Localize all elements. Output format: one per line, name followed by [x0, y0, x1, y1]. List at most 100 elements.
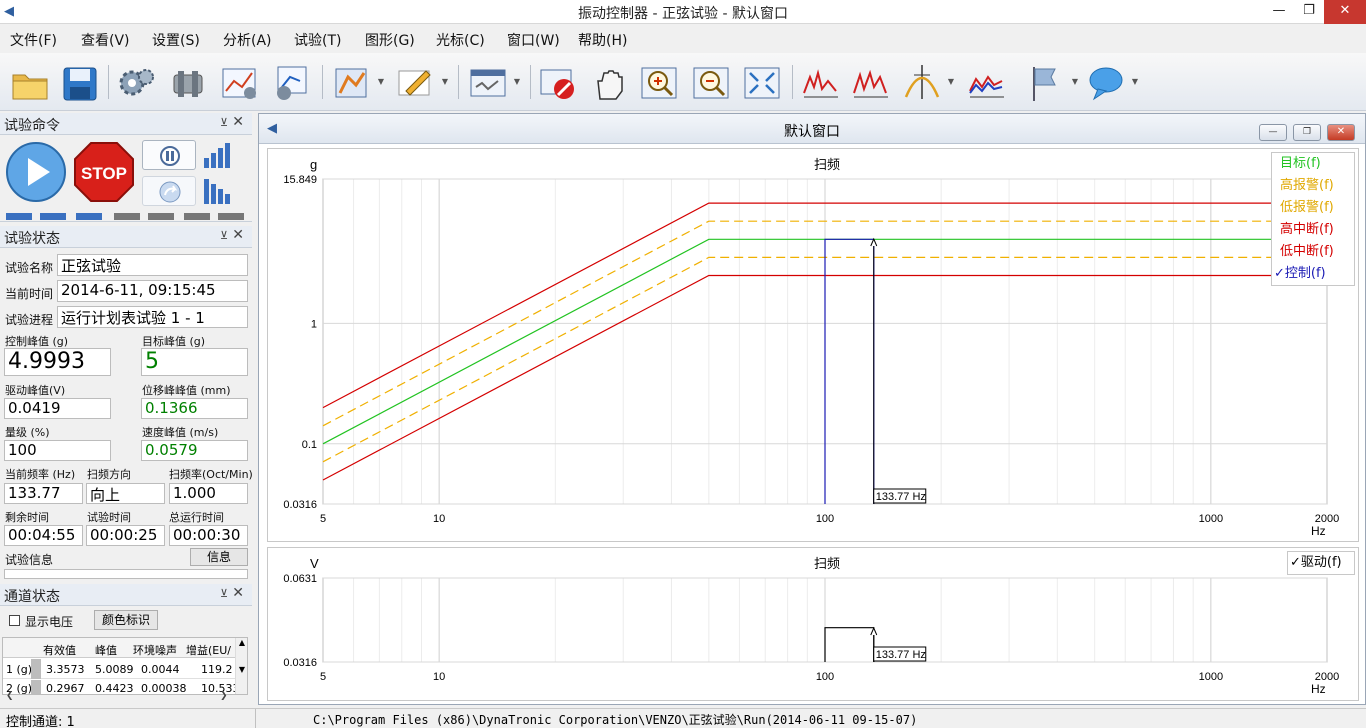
close-button[interactable]: ✕: [1324, 0, 1366, 24]
schedule-settings-icon[interactable]: [270, 63, 310, 103]
toolbar: ▼ ▼ ▼ ▼ ▼ ▼: [0, 53, 1366, 111]
menu-settings[interactable]: 设置(S): [152, 30, 200, 50]
command-small-buttons[interactable]: [4, 210, 244, 220]
menu-cursor[interactable]: 光标(C): [436, 30, 485, 50]
menu-file[interactable]: 文件(F): [10, 30, 57, 50]
x-tick-label: 1000: [1199, 513, 1223, 525]
table-vscrollbar[interactable]: ▲ ▼: [235, 638, 247, 694]
menu-help[interactable]: 帮助(H): [578, 30, 627, 50]
channel-status-panel: 显示电压 颜色标识 有效值 峰值 环境噪声 增益(EU/ 1 (g) 3.357…: [0, 607, 252, 706]
x-tick-label: 100: [816, 671, 834, 683]
plot-3-icon[interactable]: [966, 63, 1006, 103]
pause-button[interactable]: [142, 140, 196, 170]
mdi-minimize-button[interactable]: —: [1259, 124, 1287, 141]
col-rms: 有效值: [43, 644, 76, 657]
mdi-close-button[interactable]: ✕: [1327, 124, 1355, 141]
control-chart-legend[interactable]: 目标(f) 高报警(f) 低报警(f) 高中断(f) 低中断(f) ✓控制(f): [1271, 152, 1355, 286]
plot-2-icon[interactable]: [850, 63, 890, 103]
target-peak-label: 目标峰值 (g): [142, 335, 206, 348]
vel-peak-value: 0.0579: [141, 440, 248, 461]
table-header: 有效值 峰值 环境噪声 增益(EU/: [3, 638, 247, 658]
speech-bubble-icon[interactable]: ▼: [1086, 63, 1138, 103]
resume-button[interactable]: [142, 176, 196, 206]
y-tick-label: 0.0316: [283, 657, 317, 669]
cursor-peak-icon[interactable]: ▼: [902, 63, 954, 103]
plot-1-icon[interactable]: [800, 63, 840, 103]
x-axis-label: Hz: [1311, 524, 1326, 538]
menu-graph[interactable]: 图形(G): [365, 30, 415, 50]
analysis-icon[interactable]: ▼: [332, 63, 384, 103]
flag-icon[interactable]: ▼: [1026, 63, 1078, 103]
level-down-icon[interactable]: [200, 176, 232, 206]
y-tick-label: 0.0316: [283, 499, 317, 511]
legend-high-alarm[interactable]: 高报警(f): [1272, 175, 1354, 197]
table-row[interactable]: 1 (g) 3.3573 5.0089 0.0044 119.2: [3, 659, 235, 679]
check-icon: ✓: [1274, 266, 1285, 281]
show-voltage-checkbox[interactable]: [9, 615, 20, 626]
legend-drive[interactable]: ✓驱动(f): [1288, 552, 1354, 574]
edit-pencil-icon[interactable]: ▼: [396, 63, 448, 103]
x-tick-label: 10: [433, 513, 445, 525]
sweep-rate-value: 1.000: [169, 483, 248, 504]
x-axis-label: Hz: [1311, 682, 1326, 696]
start-button[interactable]: [4, 140, 68, 204]
minimize-button[interactable]: —: [1264, 0, 1294, 24]
level-up-icon[interactable]: [200, 140, 232, 170]
disp-peak-value: 0.1366: [141, 398, 248, 419]
test-progress-value: 运行计划表试验 1 - 1: [57, 306, 248, 328]
close-icon[interactable]: ✕: [232, 227, 244, 243]
save-disk-icon[interactable]: [60, 63, 100, 103]
menu-view[interactable]: 查看(V): [81, 30, 130, 50]
gears-icon[interactable]: [116, 63, 156, 103]
sweep-rate-label: 扫频率(Oct/Min): [169, 468, 253, 481]
y-axis-label: g: [310, 157, 317, 172]
stop-label: STOP: [81, 164, 127, 183]
drive-chart[interactable]: 5 10 100 1000 2000 0.0631 0.0316 扫频 V Hz 133.77 Hz…: [267, 547, 1359, 701]
legend-control[interactable]: ✓控制(f): [1272, 263, 1354, 285]
cursor-label: 133.77 Hz: [876, 649, 926, 661]
window-title: 振动控制器 - 正弦试验 - 默认窗口: [578, 6, 788, 22]
info-button[interactable]: 信息: [190, 548, 248, 566]
col-gain: 增益(EU/: [186, 644, 231, 657]
test-time-value: 00:00:25: [86, 525, 165, 546]
close-icon[interactable]: ✕: [232, 114, 244, 130]
window-layout-icon[interactable]: ▼: [468, 63, 520, 103]
y-tick-label: 0.1: [302, 439, 317, 451]
legend-high-abort[interactable]: 高中断(f): [1272, 219, 1354, 241]
close-icon[interactable]: ✕: [232, 585, 244, 601]
stop-button[interactable]: STOP: [72, 140, 136, 204]
color-mark-button[interactable]: 颜色标识: [94, 610, 158, 630]
chart-window-titlebar: ◀ 默认窗口 — ❐ ✕: [259, 114, 1365, 144]
hand-pan-icon[interactable]: [590, 63, 630, 103]
zoom-in-icon[interactable]: [640, 63, 680, 103]
pin-icon[interactable]: ⊻: [220, 116, 228, 129]
stop-record-icon[interactable]: [538, 63, 578, 103]
menu-window[interactable]: 窗口(W): [507, 30, 560, 50]
test-info-box[interactable]: [4, 569, 248, 579]
table-hscrollbar[interactable]: ❮ ❯: [2, 691, 232, 703]
fit-view-icon[interactable]: [742, 63, 782, 103]
legend-low-alarm[interactable]: 低报警(f): [1272, 197, 1354, 219]
drive-chart-legend[interactable]: ✓驱动(f): [1287, 551, 1355, 575]
test-time-label: 试验时间: [87, 511, 131, 524]
legend-target[interactable]: 目标(f): [1272, 153, 1354, 175]
pin-icon[interactable]: ⊻: [220, 587, 228, 600]
open-folder-icon[interactable]: [10, 63, 50, 103]
sweep-dir-value: 向上: [86, 483, 165, 504]
menu-analysis[interactable]: 分析(A): [223, 30, 272, 50]
profile-settings-icon[interactable]: [220, 63, 260, 103]
current-time-value: 2014-6-11, 09:15:45: [57, 280, 248, 302]
menu-test[interactable]: 试验(T): [294, 30, 341, 50]
cylinder-icon[interactable]: [168, 63, 208, 103]
pin-icon[interactable]: ⊻: [220, 229, 228, 242]
vel-peak-label: 速度峰值 (m/s): [142, 426, 219, 439]
legend-low-abort[interactable]: 低中断(f): [1272, 241, 1354, 263]
control-peak-value: 4.9993: [4, 348, 111, 376]
maximize-button[interactable]: ❐: [1294, 0, 1324, 24]
control-chart[interactable]: 5 10 100 1000 2000 15.849 1 0.1 0.0316 扫频 g Hz 133.7…: [267, 148, 1359, 542]
control-chart-svg[interactable]: 5 10 100 1000 200015.84910.10.0316扫频gHz133.7…: [268, 149, 1358, 541]
chart-window: ◀ 默认窗口 — ❐ ✕ 5 10 100 1000 2000 15.849 1 0.1 0.0…: [258, 113, 1366, 705]
mdi-restore-button[interactable]: ❐: [1293, 124, 1321, 141]
zoom-out-icon[interactable]: [692, 63, 732, 103]
drive-chart-svg[interactable]: 5 10 100 1000 20000.06310.0316扫频VHz133.77 Hz: [268, 548, 1358, 700]
